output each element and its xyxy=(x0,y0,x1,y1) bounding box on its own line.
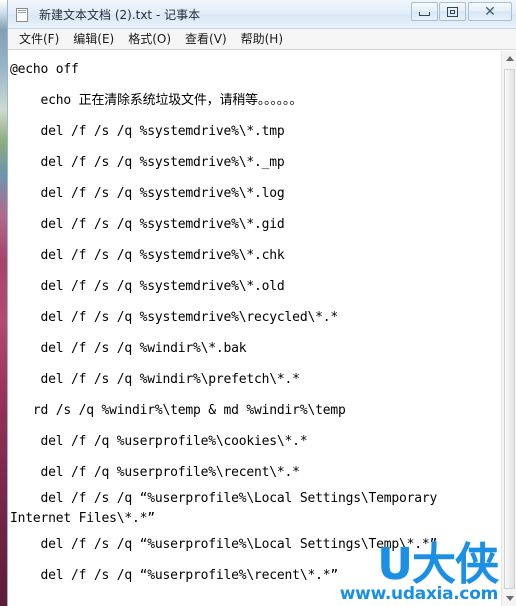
text-line: del /f /q %userprofile%\cookies\*.* xyxy=(10,434,308,449)
minimize-icon xyxy=(419,12,430,16)
text-line: @echo off xyxy=(10,62,79,77)
menu-item-help[interactable]: 帮助(H) xyxy=(234,29,290,49)
text-line: rd /s /q %windir%\temp & md %windir%\tem… xyxy=(10,403,346,418)
close-icon: ✕ xyxy=(484,3,496,20)
window-title: 新建文本文档 (2).txt - 记事本 xyxy=(39,7,201,22)
title-bar[interactable]: 新建文本文档 (2).txt - 记事本 ✕ xyxy=(8,0,516,29)
text-line: del /f /q %userprofile%\recent\*.* xyxy=(10,465,301,480)
text-line: del /f /s /q %systemdrive%\*.old xyxy=(10,279,285,294)
restore-button[interactable] xyxy=(439,2,466,21)
scrollbar-thumb[interactable] xyxy=(504,69,515,589)
text-line-wrapped-first: del /f /s /q “%userprofile%\Local Settin… xyxy=(10,491,438,506)
menu-item-file[interactable]: 文件(F) xyxy=(12,29,66,49)
screen-root: 新建文本文档 (2).txt - 记事本 ✕ 文件(F) 编辑(E) 格式(O)… xyxy=(0,0,516,606)
restore-icon xyxy=(447,6,458,17)
scroll-down-arrow-button[interactable] xyxy=(502,591,516,606)
scroll-up-arrow-button[interactable] xyxy=(502,51,516,66)
text-line: del /f /s /q %windir%\prefetch\*.* xyxy=(10,372,301,387)
menu-item-view[interactable]: 查看(V) xyxy=(178,29,234,49)
text-line: del /f /s /q %systemdrive%\*._mp xyxy=(10,155,285,170)
vertical-scrollbar[interactable] xyxy=(501,51,516,606)
text-line: del /f /s /q “%userprofile%\Local Settin… xyxy=(10,537,438,552)
text-line: del /f /s /q %windir%\*.bak xyxy=(10,341,247,356)
desktop-background-strip xyxy=(0,0,7,606)
minimize-button[interactable] xyxy=(411,2,438,21)
menu-item-edit[interactable]: 编辑(E) xyxy=(66,29,121,49)
text-line: del /f /s /q %systemdrive%\*.tmp xyxy=(10,124,285,139)
notepad-window: 新建文本文档 (2).txt - 记事本 ✕ 文件(F) 编辑(E) 格式(O)… xyxy=(7,0,516,606)
text-line: del /f /s /q “%userprofile%\recent\*.*” xyxy=(10,568,339,583)
menu-bar: 文件(F) 编辑(E) 格式(O) 查看(V) 帮助(H) xyxy=(8,29,516,50)
scroll-up-arrow-icon xyxy=(505,56,514,61)
text-line: del /f /s /q %systemdrive%\recycled\*.* xyxy=(10,310,339,325)
menu-item-format[interactable]: 格式(O) xyxy=(121,29,178,49)
text-editor[interactable]: @echo off echo 正在清除系统垃圾文件，请稍等。。。。。。 del … xyxy=(8,51,501,606)
scroll-down-arrow-icon xyxy=(505,596,514,601)
text-line-wrapped-second: Internet Files\*.*” xyxy=(10,511,155,526)
window-controls: ✕ xyxy=(410,1,512,22)
client-area: @echo off echo 正在清除系统垃圾文件，请稍等。。。。。。 del … xyxy=(8,50,516,606)
notepad-document-icon xyxy=(15,7,31,23)
text-line: del /f /s /q %systemdrive%\*.log xyxy=(10,186,285,201)
text-line: echo 正在清除系统垃圾文件，请稍等。。。。。。 xyxy=(10,93,303,108)
text-line: del /f /s /q %systemdrive%\*.gid xyxy=(10,217,285,232)
text-line: del /f /s /q %systemdrive%\*.chk xyxy=(10,248,285,263)
close-button[interactable]: ✕ xyxy=(468,2,512,21)
